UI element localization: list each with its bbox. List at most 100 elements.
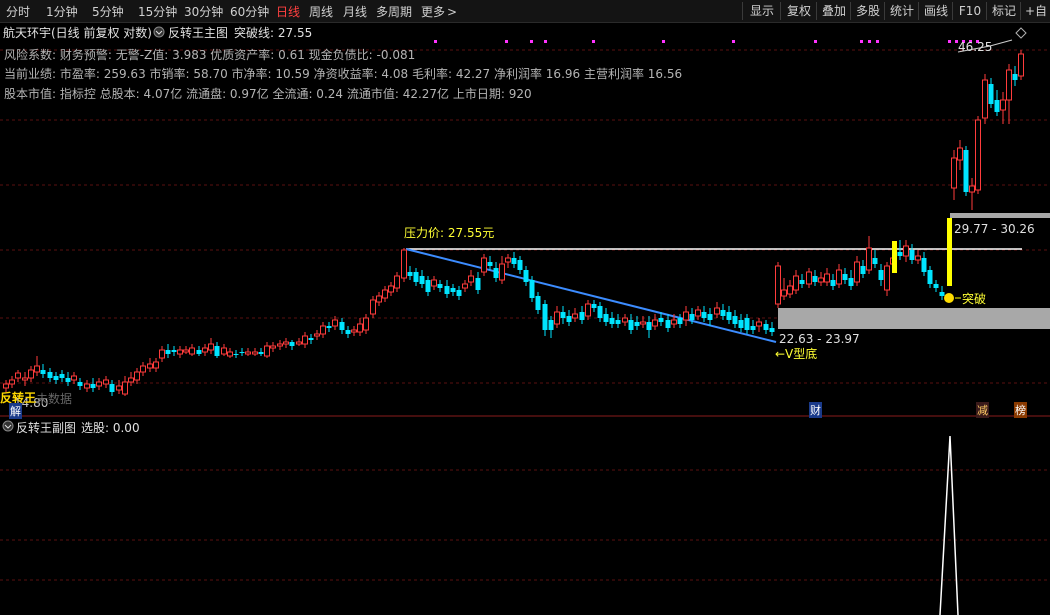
candle-body <box>744 318 750 330</box>
candle-body <box>59 374 65 378</box>
candle-body <box>221 347 227 355</box>
candle-body <box>475 278 481 290</box>
candle-body <box>793 275 799 291</box>
candle-body <box>437 284 443 288</box>
indicator-toggle-icon[interactable] <box>153 26 165 38</box>
candle-body <box>994 100 1000 112</box>
candle-body <box>264 345 270 357</box>
candle-body <box>652 319 658 327</box>
candle-body <box>982 79 988 119</box>
candle-body <box>517 260 523 270</box>
candle-body <box>122 381 128 395</box>
resistance-zone-label: 29.77 - 30.26 <box>954 222 1035 236</box>
candle-body <box>233 354 239 355</box>
resistance-zone <box>950 213 1050 218</box>
candle-body <box>806 271 812 285</box>
candle-body <box>116 385 122 391</box>
reduce-holding-badge[interactable]: 减 <box>976 402 989 418</box>
candle-body <box>9 379 15 385</box>
candle-body <box>320 325 326 335</box>
candle-body <box>401 249 407 279</box>
candle-body <box>548 320 554 330</box>
candle-body <box>781 289 787 297</box>
signal-bar-breakout <box>947 218 952 286</box>
candle-body <box>487 262 493 266</box>
candle-body <box>665 320 671 328</box>
candle-body <box>732 316 738 324</box>
candle-body <box>339 322 345 330</box>
candle-body <box>252 351 258 355</box>
candle-body <box>921 258 927 272</box>
candle-body <box>769 328 775 332</box>
candle-body <box>560 312 566 318</box>
candle-body <box>65 378 71 382</box>
candle-body <box>3 383 9 389</box>
signal-bar <box>892 241 897 273</box>
pressure-price-label: 压力价: 27.55元 <box>404 226 495 240</box>
candle-body <box>542 304 548 330</box>
candle-body <box>554 311 560 325</box>
candle-body <box>775 265 781 305</box>
sub-indicator-name[interactable]: 反转王副图 <box>16 419 76 436</box>
candle-body <box>1018 53 1024 77</box>
candle-body <box>22 377 28 381</box>
candle-body <box>756 321 762 327</box>
candle-body <box>615 320 621 324</box>
unlock-badge[interactable]: 解 <box>9 403 22 419</box>
candle-body <box>370 299 376 315</box>
candle-body <box>413 272 419 282</box>
candle-body <box>933 284 939 288</box>
support-zone-label: 22.63 - 23.97 <box>779 332 860 346</box>
candle-body <box>77 382 83 386</box>
candle-body <box>884 265 890 291</box>
support-zone <box>778 308 1050 329</box>
candle-body <box>481 257 487 273</box>
info-performance-line: 当前业绩: 市盈率: 259.63 市销率: 58.70 市净率: 10.59 … <box>4 67 683 81</box>
candle-body <box>957 147 963 161</box>
stock-title: 航天环宇(日线 前复权 对数) <box>3 26 152 40</box>
candle-body <box>468 275 474 283</box>
candle-body <box>462 283 468 289</box>
candle-body <box>714 307 720 315</box>
sub-grid <box>0 469 1050 581</box>
candle-body <box>579 312 585 320</box>
ranking-badge[interactable]: 榜 <box>1014 402 1027 418</box>
candle-body <box>90 384 96 388</box>
candle-body <box>603 314 609 322</box>
candle-body <box>707 314 713 320</box>
candle-body <box>951 157 957 189</box>
candle-body <box>818 277 824 283</box>
candle-body <box>84 383 90 389</box>
select-value: 选股: 0.00 <box>81 421 140 435</box>
candle-body <box>677 318 683 324</box>
candle-body <box>177 349 183 355</box>
candle-body <box>208 343 214 351</box>
top-markers <box>434 40 979 43</box>
watermark-left-sub: 未数据 <box>36 392 73 406</box>
sub-indicator-toggle-icon[interactable] <box>2 420 14 432</box>
candle-body <box>689 314 695 320</box>
select-signal-spike <box>939 435 959 615</box>
candle-body <box>848 278 854 286</box>
candle-body <box>407 272 413 276</box>
candle-body <box>1012 74 1018 80</box>
candle-body <box>969 185 975 193</box>
diamond-icon[interactable] <box>1015 27 1027 39</box>
candle-body <box>227 351 233 357</box>
candle-body <box>214 346 220 356</box>
candle-body <box>165 350 171 354</box>
candle-body <box>189 347 195 355</box>
candle-body <box>425 280 431 292</box>
high-price-label: 46.25 <box>958 40 993 54</box>
finance-badge[interactable]: 财 <box>809 402 822 418</box>
candle-body <box>799 280 805 284</box>
candle-body <box>738 320 744 328</box>
info-risk-line: 风险系数: 财务预警: 无警-Z值: 3.983 优质资产率: 0.61 现金负… <box>4 48 416 62</box>
candle-body <box>419 276 425 284</box>
main-indicator-name[interactable]: 反转王主图 <box>168 24 228 41</box>
candle-body <box>202 347 208 353</box>
candle-body <box>854 261 860 283</box>
candle-body <box>585 303 591 317</box>
money-bag-icon <box>944 293 954 303</box>
candle-body <box>183 349 189 353</box>
